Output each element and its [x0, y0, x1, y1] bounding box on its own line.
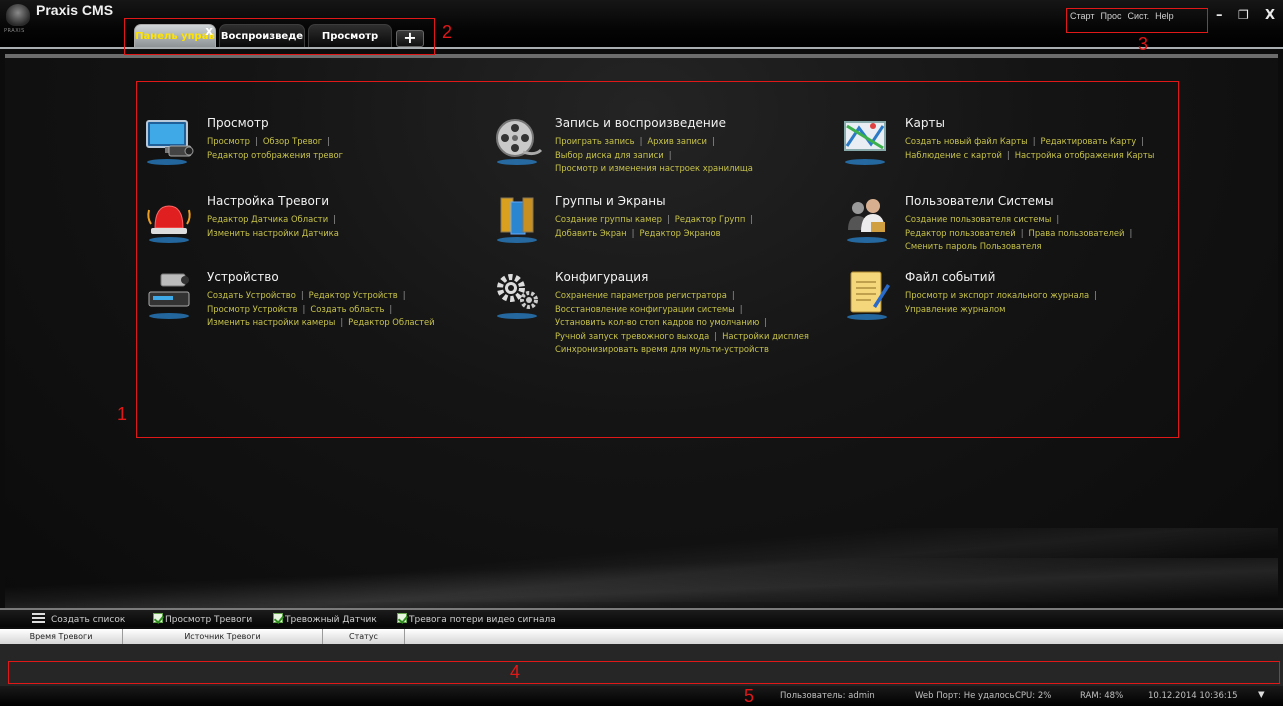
- background-wave: [5, 558, 1278, 608]
- status-ram: RAM: 48%: [1080, 691, 1124, 701]
- checkbox-checked-icon[interactable]: [153, 613, 163, 623]
- column-alarm-source[interactable]: Источник Тревоги: [123, 629, 323, 644]
- status-bar: Пользователь: admin Web Порт: Не удалось…: [0, 686, 1283, 706]
- checkbox-label: Просмотр Тревоги: [165, 615, 253, 625]
- video-loss-checkbox[interactable]: Тревога потери видео сигнала: [397, 613, 556, 625]
- column-alarm-time[interactable]: Время Тревоги: [0, 629, 123, 644]
- annotation-box-3: [1066, 8, 1208, 33]
- alarm-view-checkbox[interactable]: Просмотр Тревоги: [153, 613, 252, 625]
- status-menu-arrow-icon[interactable]: ▼: [1258, 690, 1265, 700]
- minimize-icon[interactable]: –: [1216, 8, 1223, 23]
- status-user: Пользователь: admin: [780, 691, 875, 701]
- checkbox-checked-icon[interactable]: [273, 613, 283, 623]
- create-list-button[interactable]: Создать список: [32, 613, 125, 625]
- checkbox-label: Тревожный Датчик: [285, 615, 377, 625]
- status-web-port: Web Порт: Не удалось: [915, 691, 1015, 701]
- alarm-sensor-checkbox[interactable]: Тревожный Датчик: [273, 613, 377, 625]
- annotation-box-4: [8, 661, 1280, 684]
- annotation-box-2: [124, 18, 435, 55]
- alarm-toolbar: Создать список Просмотр Тревоги Тревожны…: [0, 608, 1283, 627]
- annotation-number-1: 1: [117, 404, 128, 424]
- app-logo-icon: [6, 4, 30, 26]
- checkbox-label: Тревога потери видео сигнала: [409, 615, 556, 625]
- alarm-table-header: Время Тревоги Источник Тревоги Статус: [0, 629, 1283, 644]
- app-title: Praxis CMS: [36, 2, 114, 18]
- annotation-number-4: 4: [510, 662, 521, 682]
- annotation-box-1: [136, 81, 1179, 438]
- status-cpu: CPU: 2%: [1015, 691, 1052, 701]
- close-icon[interactable]: X: [1265, 8, 1275, 23]
- annotation-number-3: 3: [1138, 34, 1149, 54]
- create-list-label: Создать список: [51, 615, 126, 625]
- status-datetime: 10.12.2014 10:36:15: [1148, 691, 1238, 701]
- annotation-number-5: 5: [744, 686, 755, 706]
- app-logo-caption: PRAXIS: [4, 28, 25, 34]
- column-status[interactable]: Статус: [323, 629, 405, 644]
- annotation-number-2: 2: [442, 22, 453, 42]
- restore-icon[interactable]: ❐: [1238, 8, 1249, 22]
- checkbox-checked-icon[interactable]: [397, 613, 407, 623]
- list-icon: [32, 613, 45, 623]
